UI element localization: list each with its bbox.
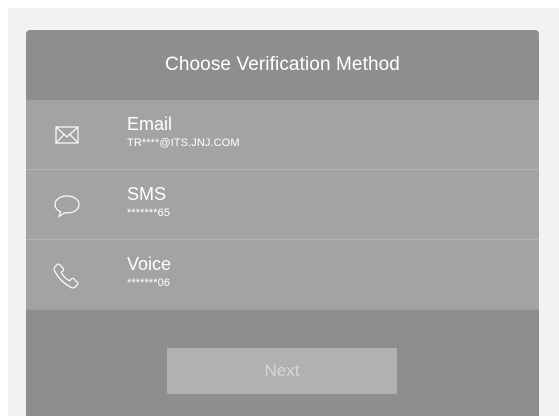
method-list: Email TR****@ITS.JNJ.COM SMS *******65 V… — [26, 100, 539, 310]
top-strip — [0, 0, 559, 8]
left-gutter — [0, 8, 8, 416]
method-label: SMS — [127, 184, 167, 204]
method-option-sms[interactable]: SMS *******65 — [26, 170, 539, 240]
chat-bubble-icon — [50, 188, 84, 222]
method-detail: *******06 — [127, 277, 171, 289]
panel-title: Choose Verification Method — [165, 54, 400, 75]
envelope-icon — [50, 118, 84, 152]
panel-footer: Next — [26, 310, 539, 416]
method-detail: TR****@ITS.JNJ.COM — [127, 137, 240, 149]
page: Choose Verification Method Email TR****@… — [0, 0, 559, 416]
method-option-voice[interactable]: Voice *******06 — [26, 240, 539, 310]
method-option-email[interactable]: Email TR****@ITS.JNJ.COM — [26, 100, 539, 170]
method-label: Email — [127, 114, 173, 134]
next-button[interactable]: Next — [167, 348, 397, 394]
method-detail: *******65 — [127, 207, 171, 219]
verification-panel: Choose Verification Method Email TR****@… — [26, 30, 539, 416]
method-label: Voice — [127, 254, 172, 274]
phone-icon — [50, 258, 84, 292]
